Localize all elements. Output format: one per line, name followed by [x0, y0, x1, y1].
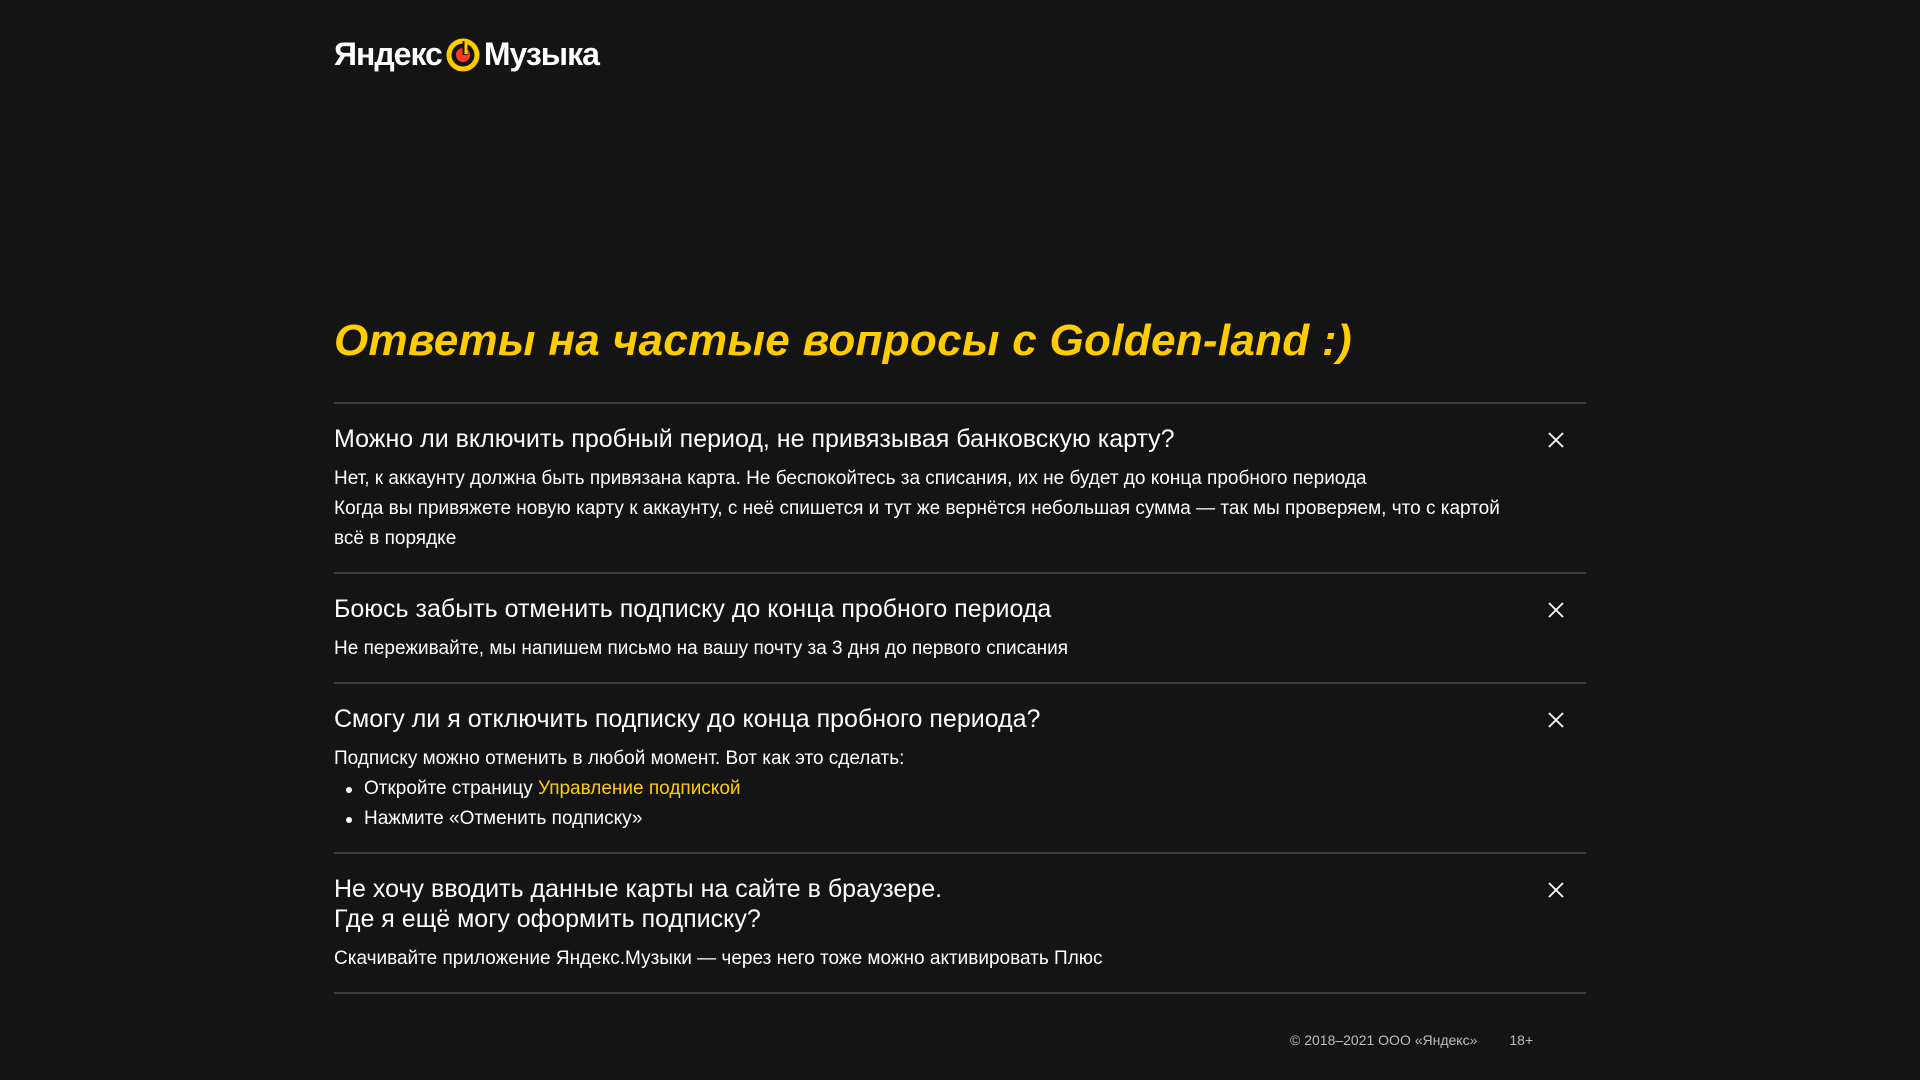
faq-step-text: Откройте страницу — [364, 778, 538, 799]
age-rating: 18+ — [1509, 1032, 1534, 1048]
close-icon[interactable] — [1546, 880, 1566, 900]
subscription-management-link[interactable]: Управление подпиской — [538, 778, 741, 799]
faq-answer: Скачивайте приложение Яндекс.Музыки — че… — [334, 944, 1526, 974]
copyright-text: © 2018–2021 ООО «Яндекс» — [1290, 1032, 1478, 1048]
logo-music-text: Музыка — [483, 36, 600, 72]
faq-answer-text: Когда вы привяжете новую карту к аккаунт… — [334, 498, 1500, 549]
faq-item: Боюсь забыть отменить подписку до конца … — [334, 574, 1586, 684]
faq-question[interactable]: Смогу ли я отключить подписку до конца п… — [334, 704, 1526, 734]
faq-answer: Не переживайте, мы напишем письмо на ваш… — [334, 634, 1526, 664]
faq-question-line: Не хочу вводить данные карты на сайте в … — [334, 875, 943, 903]
faq-answer-text: Нет, к аккаунту должна быть привязана ка… — [334, 468, 1367, 489]
faq-step-text: Нажмите «Отменить подписку» — [364, 808, 643, 829]
yandex-music-icon — [446, 38, 480, 72]
faq-question[interactable]: Можно ли включить пробный период, не при… — [334, 424, 1526, 454]
faq-question[interactable]: Не хочу вводить данные карты на сайте в … — [334, 874, 1526, 934]
faq-title: Ответы на частые вопросы с Golden-land :… — [334, 316, 1352, 365]
page: Яндекс Музыка Ответы на частые вопросы с… — [0, 0, 1920, 1080]
faq-answer-text: Не переживайте, мы напишем письмо на ваш… — [334, 638, 1069, 659]
faq-question[interactable]: Боюсь забыть отменить подписку до конца … — [334, 594, 1526, 624]
close-icon[interactable] — [1546, 710, 1566, 730]
faq-list: Можно ли включить пробный период, не при… — [334, 402, 1586, 994]
faq-question-line: Где я ещё могу оформить подписку? — [334, 905, 761, 933]
logo[interactable]: Яндекс Музыка — [334, 36, 600, 73]
faq-answer: Нет, к аккаунту должна быть привязана ка… — [334, 464, 1526, 554]
faq-step: Откройте страницу Управление подпиской — [346, 774, 1526, 804]
faq-item: Можно ли включить пробный период, не при… — [334, 404, 1586, 574]
faq-item: Смогу ли я отключить подписку до конца п… — [334, 684, 1586, 854]
faq-steps-list: Откройте страницу Управление подпиской Н… — [334, 774, 1526, 834]
faq-answer-text: Подписку можно отменить в любой момент. … — [334, 748, 905, 769]
close-icon[interactable] — [1546, 430, 1566, 450]
faq-answer: Подписку можно отменить в любой момент. … — [334, 744, 1526, 834]
faq-answer-text: Скачивайте приложение Яндекс.Музыки — че… — [334, 948, 1103, 969]
faq-step: Нажмите «Отменить подписку» — [346, 804, 1526, 834]
footer: © 2018–2021 ООО «Яндекс» 18+ — [1290, 1032, 1533, 1048]
logo-yandex-text: Яндекс — [334, 36, 443, 72]
close-icon[interactable] — [1546, 600, 1566, 620]
faq-item: Не хочу вводить данные карты на сайте в … — [334, 854, 1586, 994]
